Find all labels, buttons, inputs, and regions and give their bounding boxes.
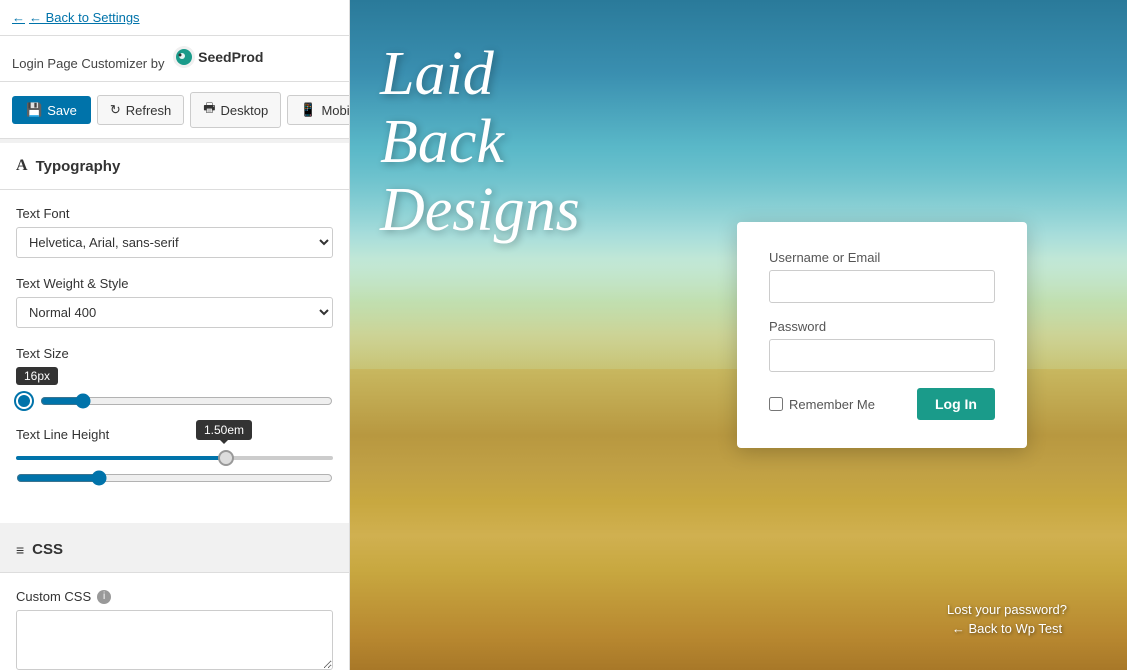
password-label: Password <box>769 319 995 334</box>
text-line-height-group: Text Line Height 1.50em <box>16 427 333 489</box>
preview-title-line1: Laid <box>380 40 580 108</box>
text-size-slider[interactable] <box>40 393 333 409</box>
preview-title-line2: Back <box>380 108 580 176</box>
preview-title: Laid Back Designs <box>380 40 580 245</box>
mobile-button[interactable]: 📱 Mobile <box>287 95 350 125</box>
text-line-height-slider-container: 1.50em <box>16 450 333 489</box>
custom-css-label-row: Custom CSS i <box>16 589 333 604</box>
seedprod-logo: SeedProd <box>173 46 263 68</box>
typography-section-header: A Typography <box>0 139 349 190</box>
text-font-label: Text Font <box>16 206 333 221</box>
text-size-badge: 16px <box>16 367 58 385</box>
text-font-select[interactable]: Helvetica, Arial, sans-serif Georgia, se… <box>16 227 333 258</box>
back-to-wp-test-link[interactable]: ← Back to Wp Test <box>947 621 1067 636</box>
typography-panel-content: Text Font Helvetica, Arial, sans-serif G… <box>0 190 349 523</box>
line-height-empty-track <box>226 456 333 460</box>
text-size-slider-thumb <box>16 393 32 409</box>
mobile-icon: 📱 <box>300 102 316 118</box>
branding-text: Login Page Customizer by SeedProd <box>12 46 263 71</box>
preview-panel: Laid Back Designs Username or Email Pass… <box>350 0 1127 670</box>
line-height-slider-handle[interactable] <box>218 450 234 466</box>
seedprod-icon <box>173 46 195 68</box>
back-to-settings-link[interactable]: ← ← Back to Settings <box>0 0 349 36</box>
refresh-icon: ↻ <box>110 102 121 118</box>
preview-title-line3: Designs <box>380 176 580 244</box>
line-height-slider-row <box>16 450 333 466</box>
text-line-height-label: Text Line Height <box>16 427 333 442</box>
username-label: Username or Email <box>769 250 995 265</box>
save-button[interactable]: 💾 Save <box>12 96 91 124</box>
line-height-tooltip: 1.50em <box>196 420 252 440</box>
left-panel: ← ← Back to Settings Login Page Customiz… <box>0 0 350 670</box>
text-weight-select[interactable]: Normal 400 Bold 700 Light 300 Italic 400 <box>16 297 333 328</box>
css-icon: ≡ <box>16 542 24 558</box>
refresh-button[interactable]: ↻ Refresh <box>97 95 184 125</box>
line-height-filled-track <box>16 456 226 460</box>
back-arrow-icon: ← <box>12 10 25 25</box>
text-weight-group: Text Weight & Style Normal 400 Bold 700 … <box>16 276 333 328</box>
text-size-label: Text Size <box>16 346 333 361</box>
custom-css-info-icon[interactable]: i <box>97 590 111 604</box>
text-weight-label: Text Weight & Style <box>16 276 333 291</box>
password-input[interactable] <box>769 339 995 372</box>
css-section-header: ≡ CSS <box>0 523 349 573</box>
custom-css-textarea[interactable] <box>16 610 333 670</box>
toolbar: 💾 Save ↻ Refresh 🖶 Desktop 📱 Mobile <box>0 82 349 139</box>
text-size-slider-container <box>16 393 333 409</box>
css-panel-content: Custom CSS i <box>0 573 349 670</box>
branding-bar: Login Page Customizer by SeedProd <box>0 36 349 82</box>
back-to-settings-label: ← Back to Settings <box>29 10 140 25</box>
login-actions-row: Remember Me Log In <box>769 388 995 420</box>
text-size-group: Text Size 16px <box>16 346 333 409</box>
login-button[interactable]: Log In <box>917 388 995 420</box>
desktop-icon: 🖶 <box>203 99 215 121</box>
lost-password-link[interactable]: Lost your password? <box>947 602 1067 617</box>
typography-icon: A <box>16 157 28 175</box>
login-card: Username or Email Password Remember Me L… <box>737 222 1027 448</box>
line-height-slider[interactable] <box>16 470 333 486</box>
username-input[interactable] <box>769 270 995 303</box>
remember-me-checkbox[interactable] <box>769 397 783 411</box>
remember-me-label[interactable]: Remember Me <box>769 397 875 412</box>
preview-bottom-links: Lost your password? ← Back to Wp Test <box>947 602 1067 640</box>
text-font-group: Text Font Helvetica, Arial, sans-serif G… <box>16 206 333 258</box>
desktop-button[interactable]: 🖶 Desktop <box>190 92 281 128</box>
save-icon: 💾 <box>26 102 42 118</box>
